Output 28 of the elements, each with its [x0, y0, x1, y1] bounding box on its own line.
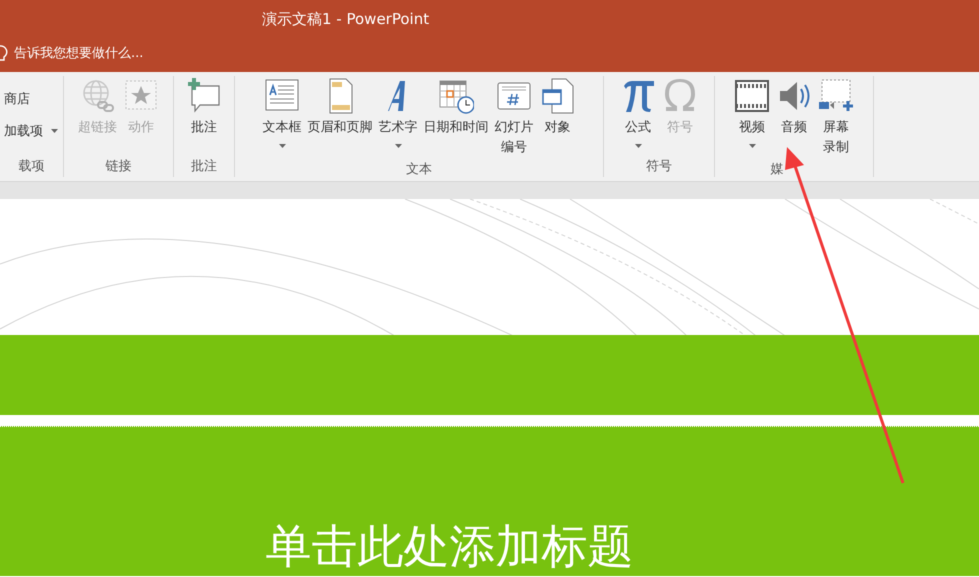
tell-me-field[interactable]: 告诉我您想要做什么... [14, 44, 144, 62]
group-label: 符号 [646, 159, 672, 174]
calendar-clock-icon [438, 78, 474, 114]
group-label: 链接 [106, 159, 132, 174]
object-icon [540, 78, 576, 114]
comment-icon [186, 78, 222, 114]
ribbon-button[interactable]: 对象 [538, 76, 578, 140]
group-label: 文本 [406, 162, 432, 177]
ribbon-button[interactable]: 屏幕录制 [816, 76, 856, 160]
omega-icon [662, 78, 698, 114]
ribbon-button[interactable]: 页眉和页脚 [306, 76, 374, 140]
ribbon-button[interactable]: 音频 [774, 76, 814, 140]
group-label: 媒 [770, 162, 784, 177]
ribbon-button[interactable]: 视频 [732, 76, 772, 150]
group-label: 载项 [18, 159, 44, 174]
ribbon-button[interactable]: 批注 [184, 76, 224, 140]
ribbon-button[interactable]: 公式 [618, 76, 658, 150]
ribbon-button[interactable]: 幻灯片编号 [492, 76, 536, 160]
ribbon-button[interactable]: 文本框 [260, 76, 304, 150]
film-icon [734, 78, 770, 114]
lightbulb-icon [0, 45, 10, 61]
ribbon-button[interactable]: 商店 [4, 90, 58, 108]
screen-recording-icon [818, 78, 854, 114]
window-title: 演示文稿1 - PowerPoint [262, 10, 430, 28]
ribbon-button[interactable]: 日期和时间 [422, 76, 490, 140]
ribbon-button[interactable]: 艺术字 [376, 76, 420, 150]
ribbon-button[interactable]: 加载项 [4, 122, 58, 140]
group-label: 批注 [191, 159, 217, 174]
